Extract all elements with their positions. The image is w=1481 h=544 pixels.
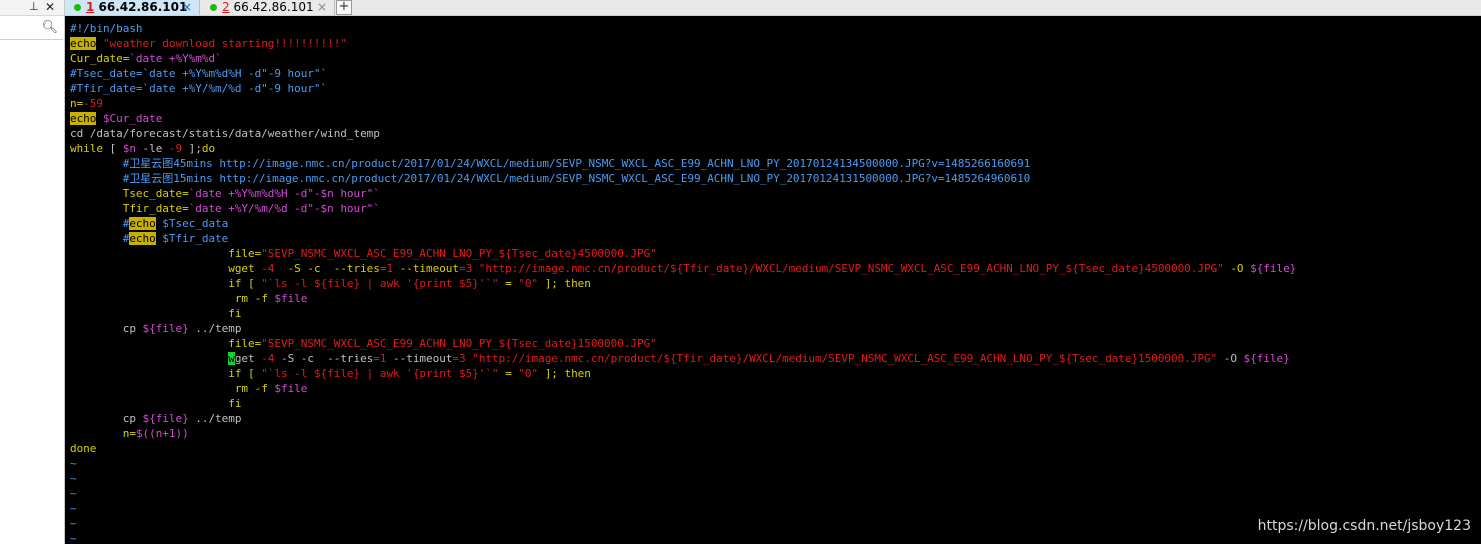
new-tab-button[interactable]: + — [336, 0, 352, 15]
sidebar-header: ⊥ ✕ — [0, 0, 64, 16]
terminal-text: #!/bin/bash echo "weather download starti… — [70, 21, 1296, 544]
empty-line-tilde: ~ — [70, 457, 77, 470]
code-line: fi — [228, 307, 242, 320]
empty-line-tilde: ~ — [70, 502, 77, 515]
code-line: rm -f $file — [234, 292, 308, 305]
terminal-view[interactable]: #!/bin/bash echo "weather download starti… — [65, 16, 1481, 544]
tab-number: 2 — [222, 0, 230, 14]
tab-session-1[interactable]: 1 66.42.86.101 × — [65, 0, 200, 15]
code-line: n=$((n+1)) — [122, 427, 189, 440]
tab-host-label: 66.42.86.101 — [94, 0, 188, 14]
code-line: file="SEVP_NSMC_WXCL_ASC_E99_ACHN_LNO_PY… — [228, 247, 657, 260]
watermark: https://blog.csdn.net/jsboy123 — [1257, 518, 1471, 534]
close-icon[interactable]: ✕ — [45, 0, 55, 14]
code-line: cp ${file} ../temp — [122, 412, 242, 425]
code-line: #!/bin/bash — [70, 22, 143, 35]
code-line: #Tfir_date=`date +%Y/%m/%d -d"-9 hour"` — [70, 82, 328, 95]
code-line: if [ "`ls -l ${file} | awk '{print $5}'`… — [228, 277, 591, 290]
code-line: wget -4 -S -c --tries=1 --timeout=3 "htt… — [228, 352, 1290, 365]
connected-status-icon — [210, 3, 217, 11]
code-line: cd /data/forecast/statis/data/weather/wi… — [70, 127, 380, 140]
connected-status-icon — [74, 3, 81, 11]
code-line: if [ "`ls -l ${file} | awk '{print $5}'`… — [228, 367, 591, 380]
code-line: Tfir_date=`date +%Y/%m/%d -d"-$n hour"` — [122, 202, 380, 215]
empty-line-tilde: ~ — [70, 517, 77, 530]
code-line: while [ $n -le -9 ];do — [70, 142, 216, 155]
code-line: echo "weather download starting!!!!!!!!!… — [70, 37, 347, 50]
code-line: #echo $Tsec_data — [122, 217, 229, 230]
tab-host-label: 66.42.86.101 — [229, 0, 314, 14]
code-line: Cur_date=`date +%Y%m%d` — [70, 52, 222, 65]
session-sidebar: ⊥ ✕ 🔍︎ — [0, 0, 65, 544]
tab-session-2[interactable]: 2 66.42.86.101 × — [201, 0, 335, 15]
code-line: cp ${file} ../temp — [122, 322, 242, 335]
search-icon[interactable]: 🔍︎ — [41, 20, 58, 35]
tab-bar: 1 66.42.86.101 × 2 66.42.86.101 × + — [65, 0, 1481, 16]
code-line: Tsec_date=`date +%Y%m%d%H -d"-$n hour"` — [122, 187, 380, 200]
code-line: #echo $Tfir_date — [122, 232, 229, 245]
pin-icon[interactable]: ⊥ — [29, 0, 39, 14]
code-line: rm -f $file — [234, 382, 308, 395]
code-line: fi — [228, 397, 242, 410]
code-line: #Tsec_date=`date +%Y%m%d%H -d"-9 hour"` — [70, 67, 328, 80]
empty-line-tilde: ~ — [70, 472, 77, 485]
sidebar-search-input[interactable]: 🔍︎ — [0, 19, 63, 40]
code-line: #卫星云图45mins http://image.nmc.cn/product/… — [122, 157, 1031, 170]
code-line: echo $Cur_date — [70, 112, 163, 125]
code-line: n=-59 — [70, 97, 103, 110]
code-line: #卫星云图15mins http://image.nmc.cn/product/… — [122, 172, 1031, 185]
empty-line-tilde: ~ — [70, 532, 77, 544]
tab-close-icon[interactable]: × — [317, 0, 327, 14]
code-line: done — [70, 442, 97, 455]
empty-line-tilde: ~ — [70, 487, 77, 500]
code-line: file="SEVP_NSMC_WXCL_ASC_E99_ACHN_LNO_PY… — [228, 337, 657, 350]
code-line: wget -4 -S -c --tries=1 --timeout=3 "htt… — [228, 262, 1297, 275]
tab-close-icon[interactable]: × — [182, 0, 192, 14]
